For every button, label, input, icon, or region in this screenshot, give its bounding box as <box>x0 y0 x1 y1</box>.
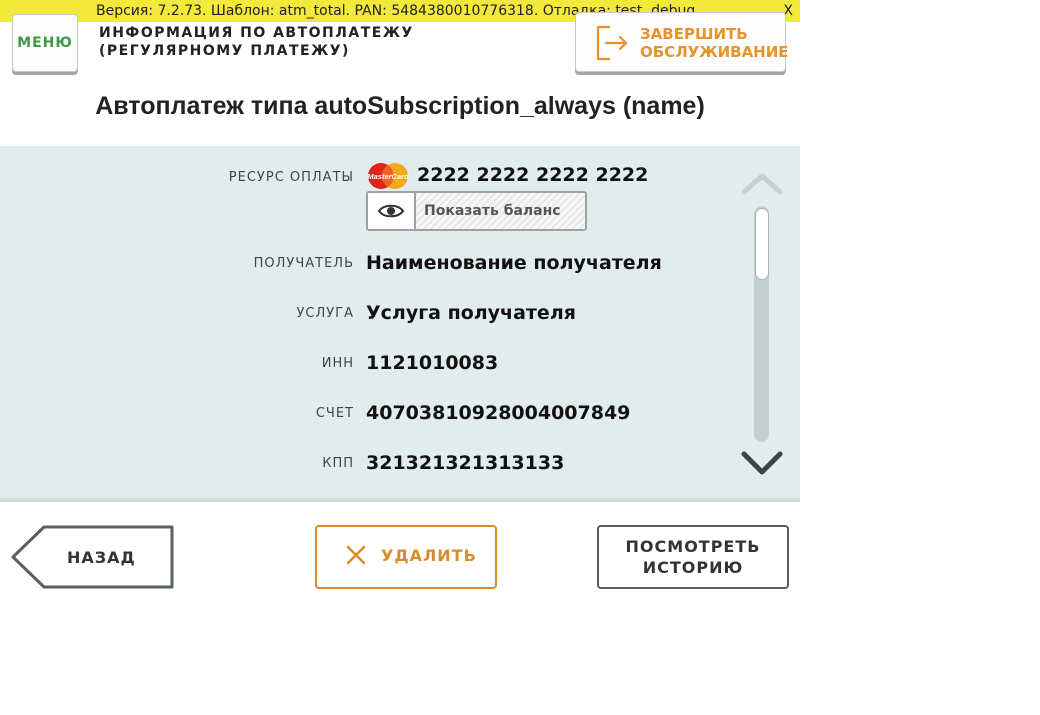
kpp-label: КПП <box>322 456 354 471</box>
delete-button-label: УДАЛИТЬ <box>381 546 477 565</box>
finish-service-label: ЗАВЕРШИТЬ ОБСЛУЖИВАНИЕ <box>640 25 789 61</box>
view-history-label: ПОСМОТРЕТЬ ИСТОРИЮ <box>626 536 761 578</box>
recipient-label: ПОЛУЧАТЕЛЬ <box>253 256 354 271</box>
service-label: УСЛУГА <box>296 306 354 321</box>
delete-button[interactable]: УДАЛИТЬ <box>315 525 497 589</box>
menu-button[interactable]: МЕНЮ <box>12 14 78 72</box>
history-label-line1: ПОСМОТРЕТЬ <box>625 537 761 556</box>
header-title-line1: ИНФОРМАЦИЯ ПО АВТОПЛАТЕЖУ <box>99 25 414 41</box>
eye-icon <box>368 193 416 229</box>
screen-header-title: ИНФОРМАЦИЯ ПО АВТОПЛАТЕЖУ (РЕГУЛЯРНОМУ П… <box>99 24 414 60</box>
account-value: 40703810928004007849 <box>366 402 631 424</box>
details-panel: РЕСУРС ОПЛАТЫ MasterCard 2222 2222 2222 … <box>0 146 800 502</box>
finish-service-button[interactable]: ЗАВЕРШИТЬ ОБСЛУЖИВАНИЕ <box>575 12 789 72</box>
account-label: СЧЕТ <box>315 406 354 421</box>
header-title-line2: (РЕГУЛЯРНОМУ ПЛАТЕЖУ) <box>99 43 350 59</box>
mastercard-logo: MasterCard <box>366 162 410 194</box>
view-history-button[interactable]: ПОСМОТРЕТЬ ИСТОРИЮ <box>597 525 789 589</box>
history-label-line2: ИСТОРИЮ <box>642 558 744 577</box>
scroll-up-button[interactable] <box>740 170 784 200</box>
chevron-up-icon <box>741 173 783 195</box>
back-button-label: НАЗАД <box>67 548 136 567</box>
finish-label-line2: ОБСЛУЖИВАНИЕ <box>640 43 789 61</box>
card-number: 2222 2222 2222 2222 <box>417 164 649 186</box>
close-x-icon <box>345 544 367 570</box>
service-value: Услуга получателя <box>366 302 576 324</box>
finish-label-line1: ЗАВЕРШИТЬ <box>640 25 748 43</box>
show-balance-button[interactable]: Показать баланс <box>366 191 587 231</box>
inn-label: ИНН <box>321 356 354 371</box>
app-screen: Версия: 7.2.73. Шаблон: atm_total. PAN: … <box>0 0 800 715</box>
recipient-value: Наименование получателя <box>366 252 662 274</box>
show-balance-label: Показать баланс <box>416 193 585 229</box>
kpp-value: 321321321313133 <box>366 452 565 474</box>
chevron-down-icon <box>741 451 783 475</box>
svg-text:MasterCard: MasterCard <box>367 172 409 181</box>
scroll-down-button[interactable] <box>740 448 784 482</box>
page-title: Автоплатеж типа autoSubscription_always … <box>95 92 705 120</box>
scrollbar-thumb[interactable] <box>755 208 769 280</box>
exit-door-icon <box>594 23 630 67</box>
inn-value: 1121010083 <box>366 352 499 374</box>
menu-button-label: МЕНЮ <box>17 35 73 51</box>
resource-label: РЕСУРС ОПЛАТЫ <box>228 170 354 185</box>
